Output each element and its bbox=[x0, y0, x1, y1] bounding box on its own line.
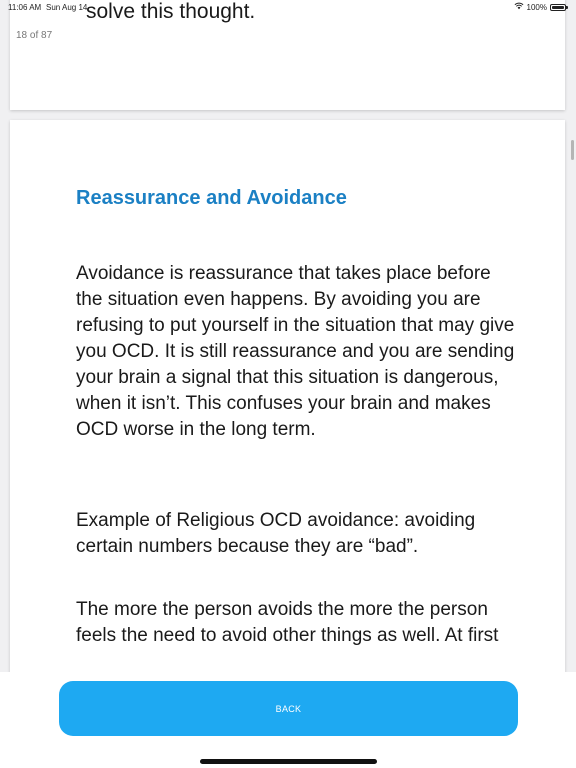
paragraph-1: Avoidance is reassurance that takes plac… bbox=[76, 263, 515, 440]
battery-percent: 100% bbox=[526, 2, 547, 12]
paragraph-3: The more the person avoids the more the … bbox=[76, 599, 499, 646]
content-card: Reassurance and Avoidance Avoidance is r… bbox=[10, 120, 565, 680]
scrollbar[interactable] bbox=[571, 140, 574, 160]
back-button[interactable]: BACK bbox=[59, 681, 518, 736]
wifi-icon bbox=[514, 2, 524, 12]
battery-icon bbox=[550, 3, 568, 11]
page-counter: 18 of 87 bbox=[16, 30, 53, 41]
status-date: Sun Aug 14 bbox=[46, 3, 88, 12]
section-title: Reassurance and Avoidance bbox=[76, 187, 347, 209]
previous-page-card: feel, what if I did? I better think abou… bbox=[10, 0, 565, 110]
paragraph-2: Example of Religious OCD avoidance: avoi… bbox=[76, 510, 476, 557]
status-time: 11:06 AM bbox=[8, 3, 42, 12]
status-right: 100% bbox=[514, 2, 568, 12]
home-indicator[interactable] bbox=[200, 759, 377, 764]
status-bar: 11:06 AM Sun Aug 14 100% bbox=[0, 0, 576, 14]
